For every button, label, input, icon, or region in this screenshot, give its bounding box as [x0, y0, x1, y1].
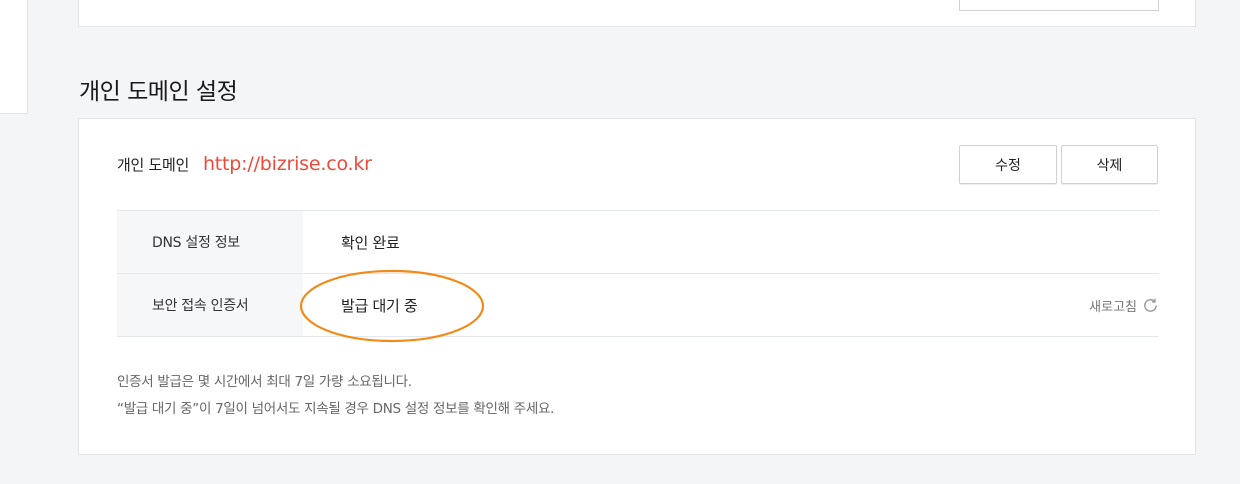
left-side-panel [0, 0, 28, 114]
domain-row: 개인 도메인 http://bizrise.co.kr [117, 149, 372, 179]
ssl-key: 보안 접속 인증서 [117, 274, 303, 336]
refresh-label: 새로고침 [1089, 300, 1137, 315]
ssl-status: 발급 대기 중 [341, 296, 418, 315]
note-line: “발급 대기 중”이 7일이 넘어서도 지속될 경우 DNS 설정 정보를 확인… [117, 401, 555, 417]
dns-status: 확인 완료 [341, 233, 400, 252]
dns-row: DNS 설정 정보 확인 완료 [117, 211, 1159, 274]
custom-domain-card: 개인 도메인 http://bizrise.co.kr 수정 삭제 DNS 설정… [78, 118, 1196, 455]
ssl-row: 보안 접속 인증서 발급 대기 중 새로고침 [117, 274, 1159, 337]
delete-button[interactable]: 삭제 [1061, 145, 1158, 184]
note-line: 인증서 발급은 몇 시간에서 최대 7일 가량 소요됩니다. [117, 374, 412, 390]
edit-button[interactable]: 수정 [959, 145, 1057, 184]
refresh-icon [1144, 298, 1157, 312]
section-title: 개인 도메인 설정 [79, 79, 238, 105]
dns-key: DNS 설정 정보 [117, 211, 303, 273]
previous-section-button[interactable] [959, 0, 1159, 11]
refresh-button[interactable]: 새로고침 [1089, 274, 1159, 337]
domain-info-table: DNS 설정 정보 확인 완료 보안 접속 인증서 발급 대기 중 새로고침 [117, 210, 1159, 337]
domain-value: http://bizrise.co.kr [202, 153, 372, 175]
notes: 인증서 발급은 몇 시간에서 최대 7일 가량 소요됩니다. “발급 대기 중”… [117, 369, 554, 423]
domain-label: 개인 도메인 [117, 155, 189, 174]
previous-section-card [78, 0, 1196, 27]
